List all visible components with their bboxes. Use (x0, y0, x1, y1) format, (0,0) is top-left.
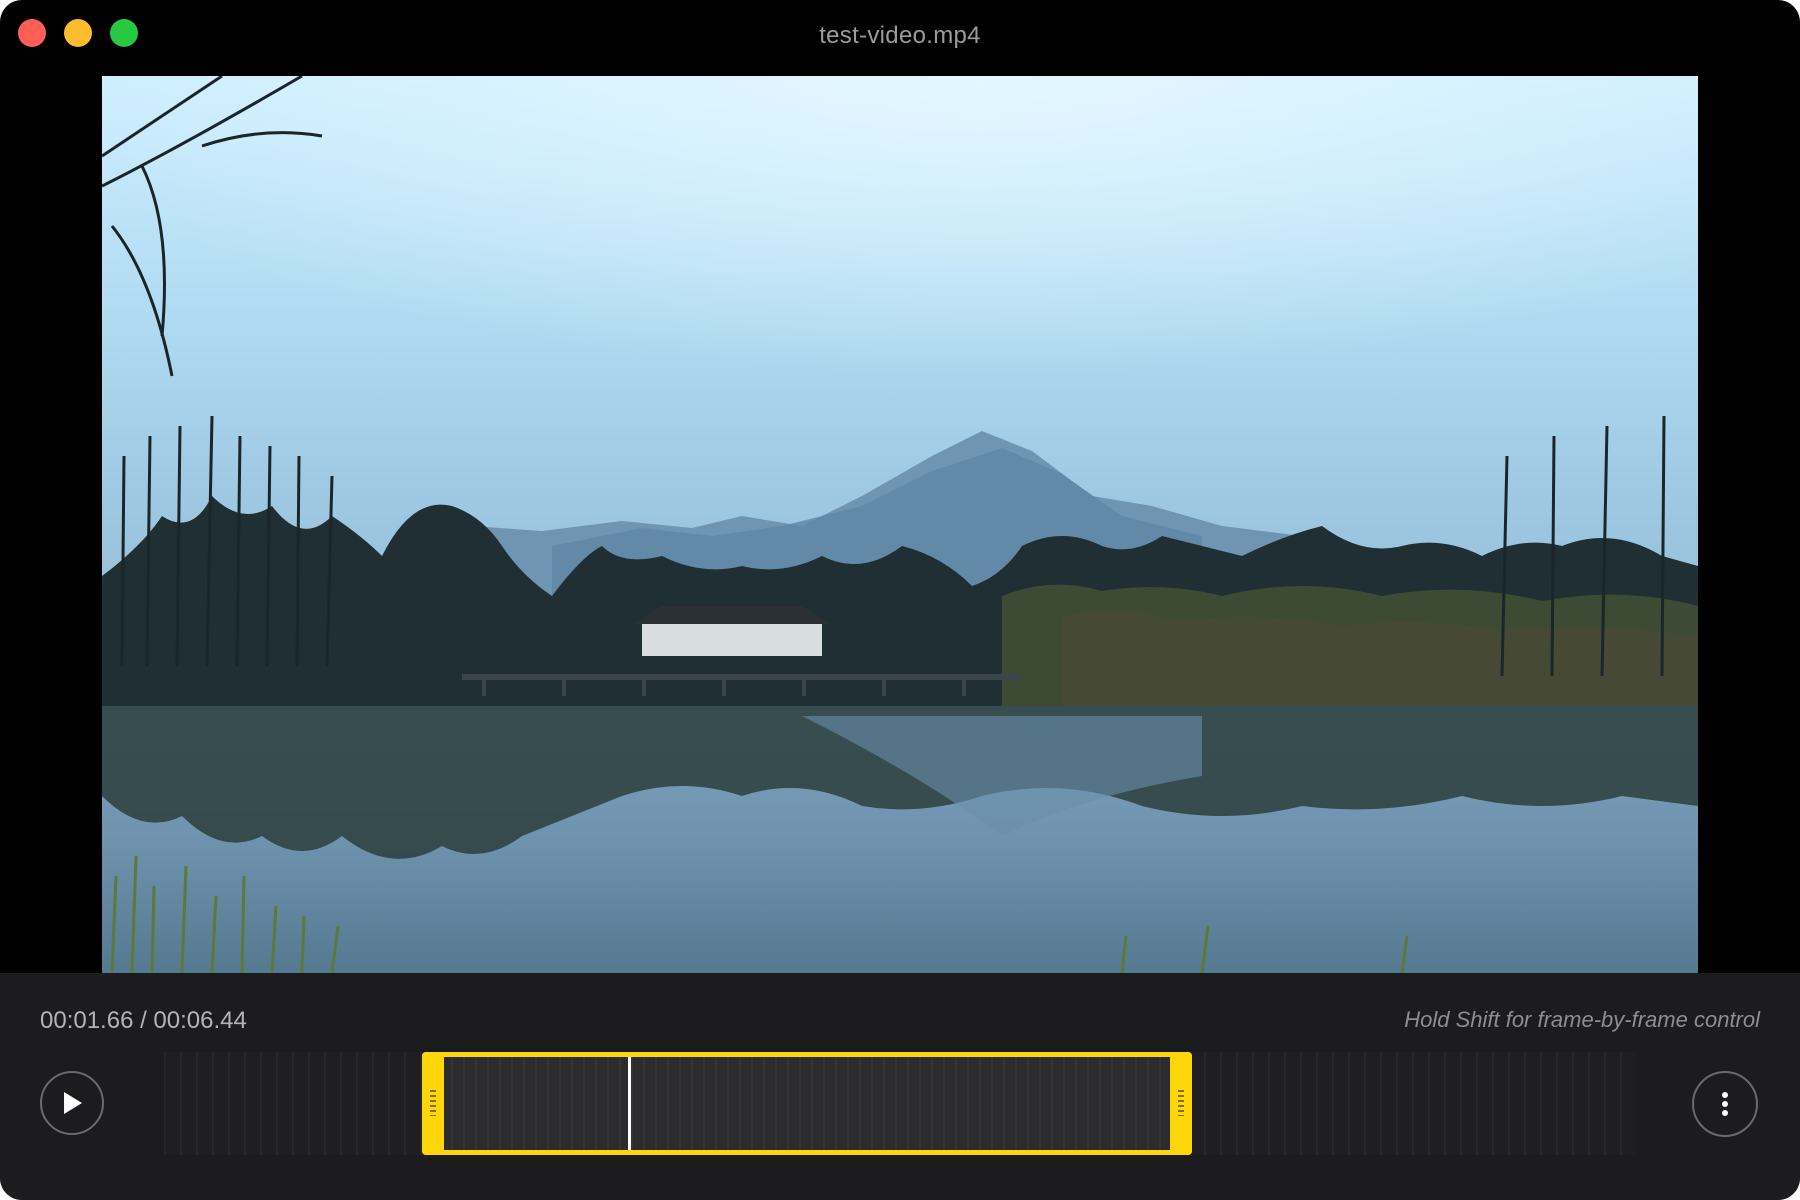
video-player-window: test-video.mp4 00:01.66 / 00:06.44 Hold … (0, 0, 1800, 1200)
play-icon (64, 1092, 82, 1114)
grip-icon (430, 1090, 436, 1116)
window-title: test-video.mp4 (819, 22, 981, 49)
video-frame-image (102, 76, 1698, 973)
time-display: 00:01.66 / 00:06.44 (40, 1007, 247, 1034)
playback-controls: 00:01.66 / 00:06.44 Hold Shift for frame… (0, 973, 1800, 1200)
trim-end-handle[interactable] (1170, 1052, 1192, 1155)
play-button[interactable] (40, 1071, 104, 1135)
title-bar: test-video.mp4 (0, 0, 1800, 76)
trim-timeline[interactable] (164, 1052, 1636, 1155)
grip-icon (1178, 1090, 1184, 1116)
more-vertical-icon (1722, 1092, 1728, 1116)
playhead[interactable] (628, 1057, 631, 1150)
trim-start-handle[interactable] (422, 1052, 444, 1155)
more-options-button[interactable] (1692, 1071, 1758, 1137)
frame-control-hint: Hold Shift for frame-by-frame control (1404, 1007, 1760, 1032)
video-frame[interactable] (102, 76, 1698, 973)
trim-selection[interactable] (422, 1052, 1192, 1155)
